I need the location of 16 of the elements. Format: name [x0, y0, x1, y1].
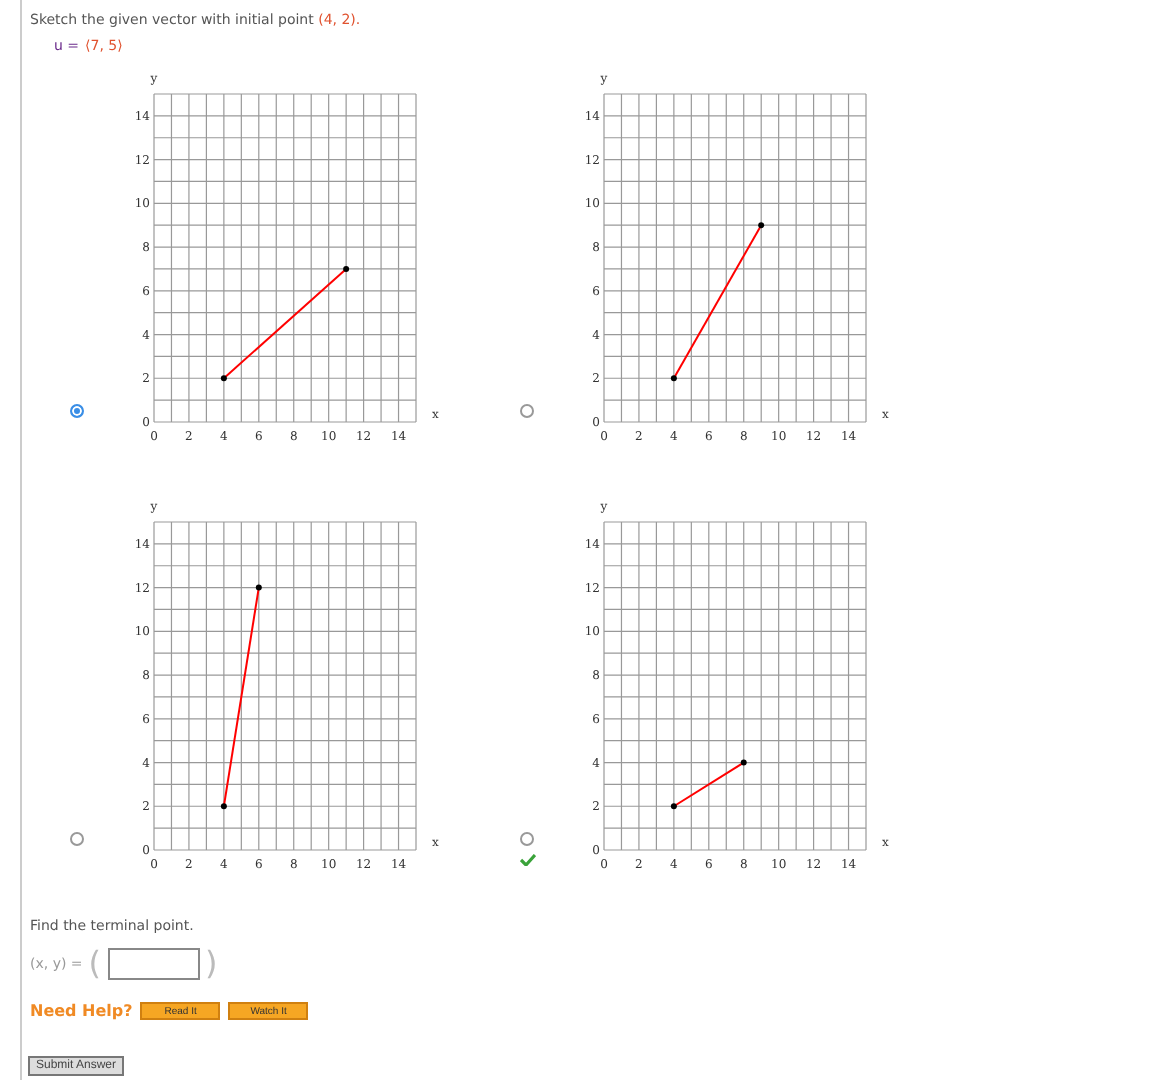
radio-button[interactable]	[520, 832, 535, 846]
point-dot	[757, 222, 764, 229]
point-dot	[740, 759, 747, 766]
answer-field[interactable]	[107, 947, 200, 979]
point-dot	[220, 375, 227, 382]
point-dot	[220, 803, 227, 810]
point-dot	[255, 584, 262, 591]
radio-button[interactable]	[70, 404, 85, 418]
point-dot	[342, 265, 349, 272]
help-label: Need Help?	[30, 1002, 133, 1020]
radio-button[interactable]	[520, 404, 535, 418]
parenthesis: (	[88, 944, 102, 982]
radio-button[interactable]	[70, 832, 85, 846]
point-dot	[670, 803, 677, 810]
point-dot	[670, 375, 677, 382]
parenthesis: )	[205, 944, 218, 982]
